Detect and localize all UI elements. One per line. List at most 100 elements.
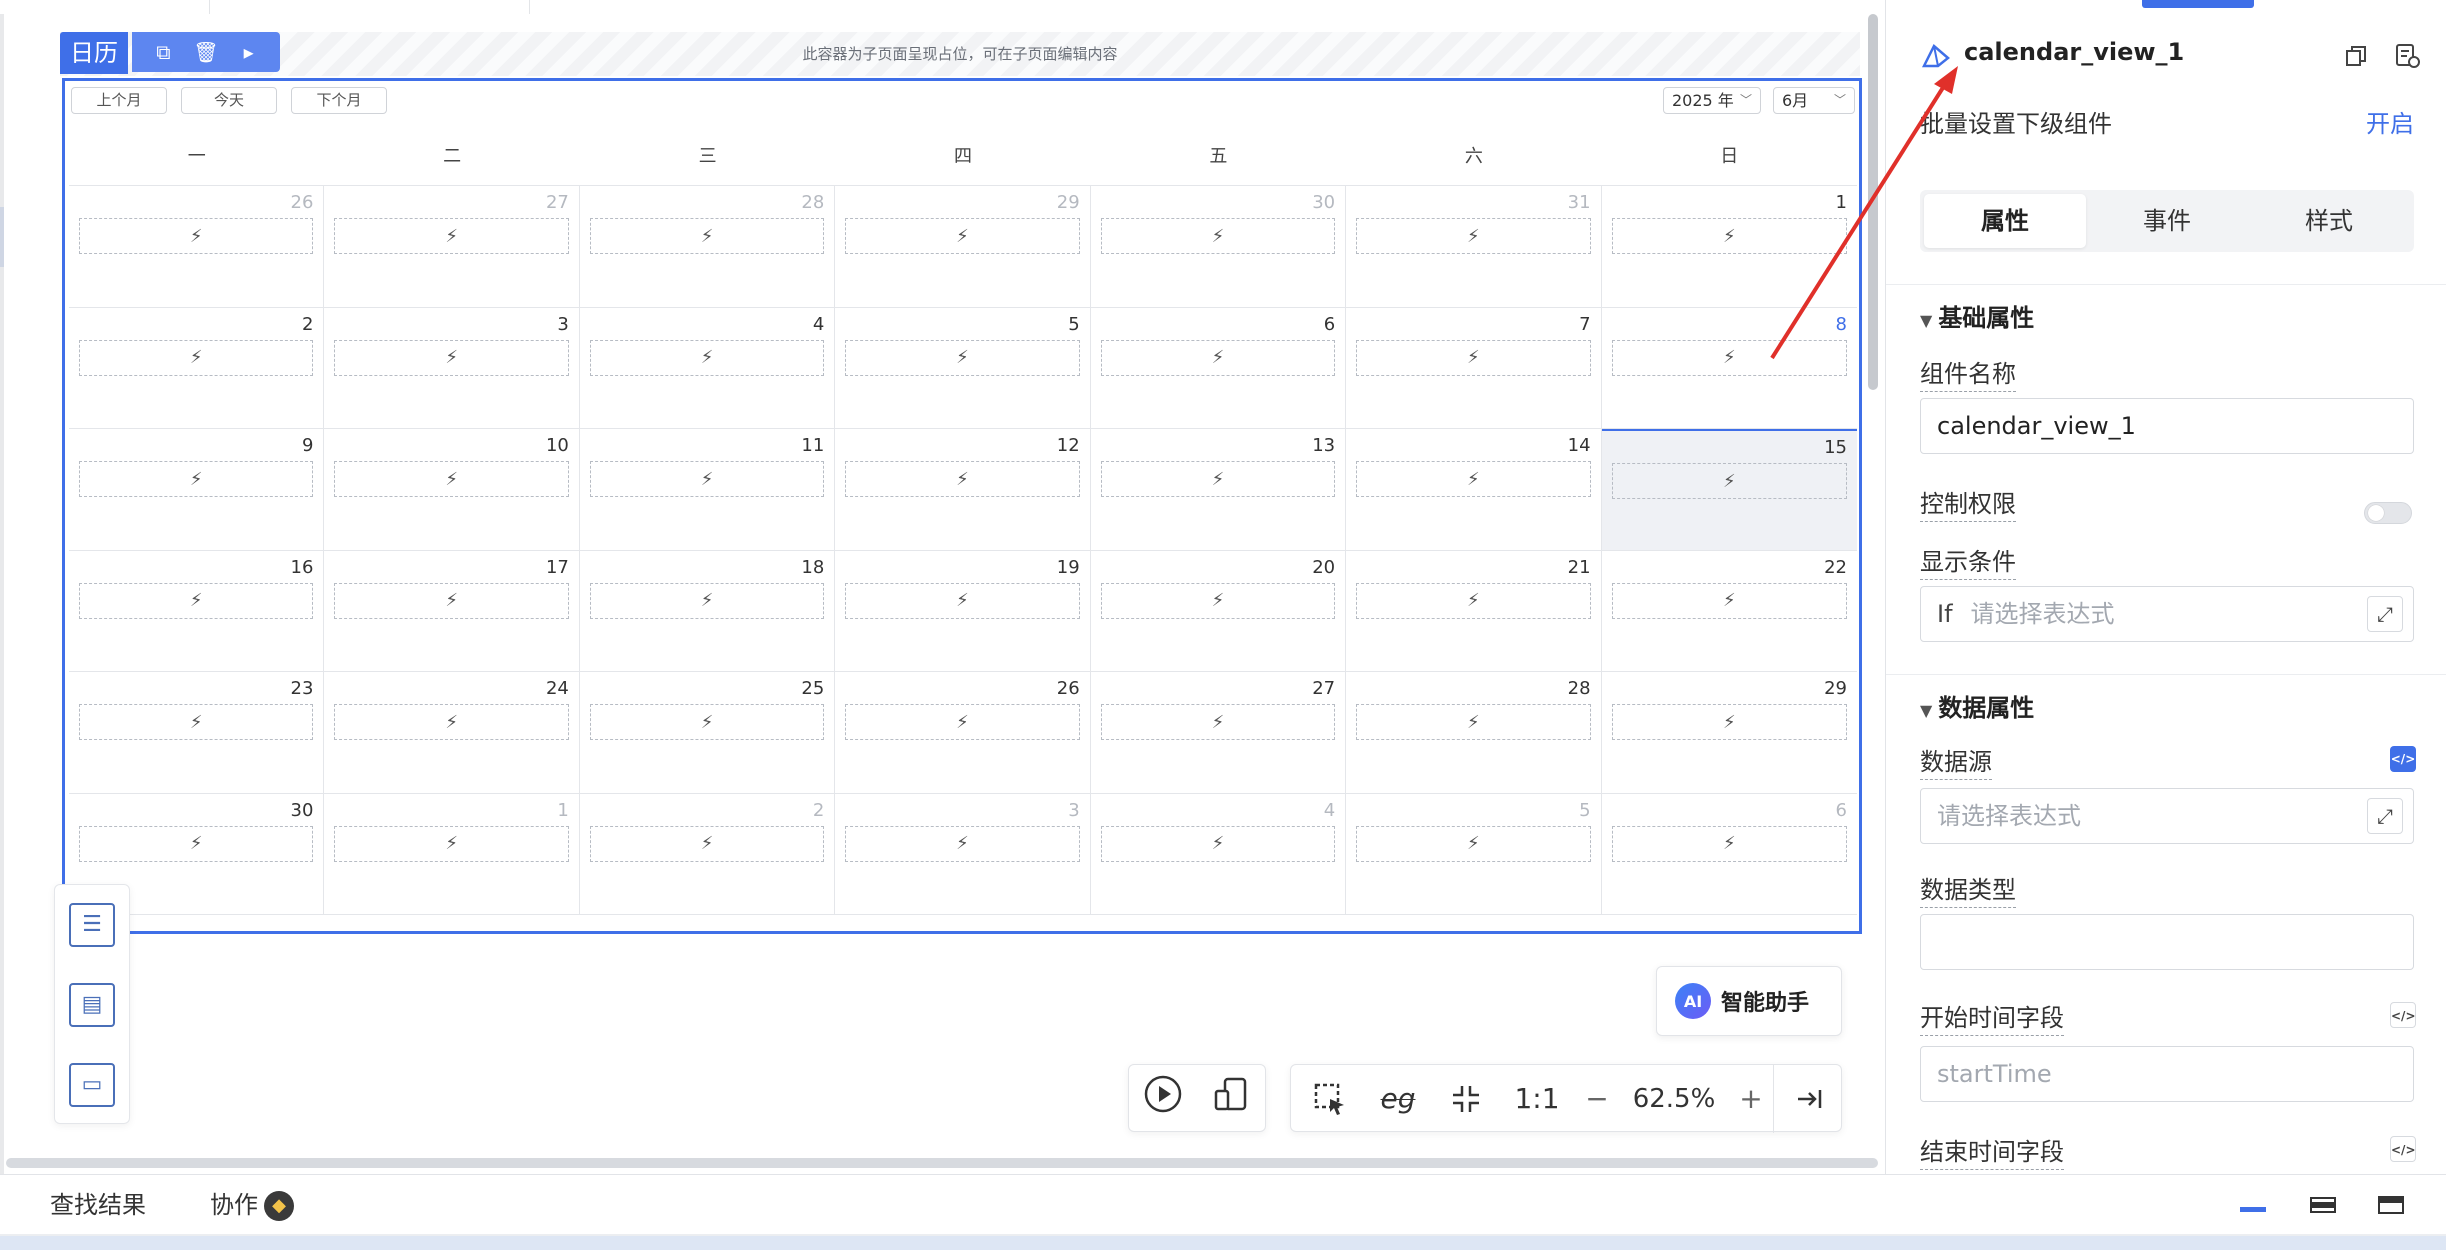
- horizontal-scrollbar[interactable]: [6, 1158, 1878, 1168]
- copy-add-icon[interactable]: ⧉: [149, 40, 177, 64]
- calendar-day-cell[interactable]: 23 ⚡: [69, 672, 325, 794]
- event-slot[interactable]: ⚡: [334, 582, 569, 619]
- calendar-day-cell[interactable]: 2 ⚡: [579, 793, 836, 915]
- layout-top-icon[interactable]: [2376, 1193, 2406, 1217]
- event-slot[interactable]: ⚡: [79, 218, 314, 254]
- event-slot[interactable]: ⚡: [1356, 582, 1591, 619]
- permission-toggle[interactable]: [2364, 502, 2412, 524]
- vertical-scrollbar[interactable]: [1867, 14, 1879, 1164]
- calendar-day-cell[interactable]: 25 ⚡: [579, 672, 836, 794]
- calendar-day-cell[interactable]: 1 ⚡: [1601, 186, 1857, 308]
- event-slot[interactable]: ⚡: [1100, 704, 1336, 740]
- event-slot[interactable]: ⚡: [1356, 825, 1591, 862]
- layout-middle-icon[interactable]: [2308, 1193, 2338, 1217]
- event-slot[interactable]: ⚡: [589, 704, 825, 740]
- event-slot[interactable]: ⚡: [1356, 218, 1591, 254]
- event-slot[interactable]: ⚡: [79, 825, 314, 862]
- calendar-day-cell[interactable]: 16 ⚡: [69, 550, 325, 672]
- expand-icon[interactable]: ⤢: [2367, 596, 2403, 632]
- event-slot[interactable]: ⚡: [589, 461, 825, 497]
- calendar-day-cell[interactable]: 18 ⚡: [579, 550, 836, 672]
- event-slot[interactable]: ⚡: [1611, 704, 1847, 740]
- calendar-day-cell[interactable]: 26 ⚡: [69, 186, 325, 308]
- calendar-day-cell[interactable]: 22 ⚡: [1601, 551, 1857, 672]
- calendar-day-cell[interactable]: 28 ⚡: [1346, 672, 1602, 794]
- calendar-day-cell[interactable]: 5 ⚡: [835, 307, 1091, 429]
- section-data[interactable]: ▼ 数据属性: [1920, 688, 2034, 723]
- tab-properties[interactable]: 属性: [1924, 194, 2086, 248]
- code-toggle-icon[interactable]: </>: [2390, 746, 2416, 772]
- event-slot[interactable]: ⚡: [79, 582, 314, 619]
- play-arrow-icon[interactable]: ▸: [235, 40, 263, 64]
- ratio-button[interactable]: 1:1: [1505, 1065, 1569, 1133]
- event-slot[interactable]: ⚡: [1356, 704, 1591, 740]
- event-slot[interactable]: ⚡: [845, 218, 1080, 254]
- device-icon[interactable]: [1209, 1074, 1253, 1122]
- event-slot[interactable]: ⚡: [1100, 339, 1336, 376]
- display-condition-input[interactable]: If 请选择表达式 ⤢: [1920, 586, 2414, 642]
- event-slot[interactable]: ⚡: [589, 218, 825, 254]
- event-slot[interactable]: ⚡: [845, 461, 1080, 497]
- calendar-day-cell[interactable]: 29 ⚡: [835, 186, 1091, 308]
- calendar-day-cell[interactable]: 15 ⚡: [1601, 429, 1857, 551]
- calendar-day-cell[interactable]: 3 ⚡: [324, 307, 580, 429]
- calendar-day-cell[interactable]: 1 ⚡: [324, 793, 580, 915]
- ai-assistant-button[interactable]: AI 智能助手: [1656, 966, 1842, 1036]
- calendar-day-cell[interactable]: 21 ⚡: [1346, 550, 1602, 672]
- calendar-day-cell[interactable]: 17 ⚡: [324, 550, 580, 672]
- event-slot[interactable]: ⚡: [589, 825, 825, 862]
- event-slot[interactable]: ⚡: [1100, 825, 1336, 862]
- event-slot[interactable]: ⚡: [845, 582, 1080, 619]
- prev-month-button[interactable]: 上个月: [71, 87, 167, 114]
- calendar-day-cell[interactable]: 13 ⚡: [1090, 429, 1347, 551]
- calendar-day-cell[interactable]: 30 ⚡: [1090, 186, 1347, 308]
- calendar-day-cell[interactable]: 6 ⚡: [1601, 794, 1857, 915]
- calendar-day-cell[interactable]: 31 ⚡: [1346, 186, 1602, 308]
- trash-icon[interactable]: 🗑: [192, 40, 220, 64]
- zoom-out-button[interactable]: −: [1577, 1065, 1617, 1133]
- calendar-day-cell[interactable]: 6 ⚡: [1090, 307, 1347, 429]
- event-slot[interactable]: ⚡: [334, 461, 569, 497]
- section-basic[interactable]: ▼ 基础属性: [1920, 298, 2034, 333]
- outline-panel-icon[interactable]: ☰: [69, 903, 115, 947]
- calendar-day-cell[interactable]: 3 ⚡: [835, 793, 1091, 915]
- box-select-icon[interactable]: [1301, 1065, 1359, 1133]
- copy-icon[interactable]: [2344, 44, 2368, 74]
- calendar-view[interactable]: 上个月 今天 下个月 2025 年 ﹀ 6月 ﹀ 一 二 三 四 五 六 日 26 ⚡…: [62, 78, 1862, 934]
- event-slot[interactable]: ⚡: [1356, 339, 1591, 376]
- play-circle-icon[interactable]: [1141, 1074, 1185, 1122]
- calendar-day-cell[interactable]: 4 ⚡: [579, 307, 836, 429]
- event-slot[interactable]: ⚡: [845, 704, 1080, 740]
- event-slot[interactable]: ⚡: [334, 704, 569, 740]
- event-slot[interactable]: ⚡: [1611, 463, 1847, 499]
- layout-bottom-icon[interactable]: [2238, 1193, 2268, 1217]
- search-results-tab[interactable]: 查找结果: [50, 1175, 146, 1235]
- datatype-select[interactable]: [1920, 914, 2414, 970]
- component-settings-icon[interactable]: [2394, 42, 2422, 76]
- tab-styles[interactable]: 样式: [2248, 194, 2410, 248]
- collab-tab[interactable]: 协作 ◆: [210, 1175, 294, 1235]
- event-slot[interactable]: ⚡: [1100, 218, 1336, 254]
- calendar-day-cell[interactable]: 10 ⚡: [324, 429, 580, 551]
- calendar-day-cell[interactable]: 19 ⚡: [835, 550, 1091, 672]
- event-slot[interactable]: ⚡: [79, 704, 314, 740]
- code-toggle-icon[interactable]: </>: [2390, 1136, 2416, 1162]
- next-month-button[interactable]: 下个月: [291, 87, 387, 114]
- today-button[interactable]: 今天: [181, 87, 277, 114]
- event-slot[interactable]: ⚡: [589, 339, 825, 376]
- collapse-right-icon[interactable]: [1779, 1065, 1839, 1133]
- event-slot[interactable]: ⚡: [845, 825, 1080, 862]
- calendar-day-cell[interactable]: 27 ⚡: [324, 186, 580, 308]
- page-structure-icon[interactable]: ▤: [69, 983, 115, 1027]
- zoom-in-button[interactable]: +: [1731, 1065, 1771, 1133]
- calendar-day-cell[interactable]: 24 ⚡: [324, 672, 580, 794]
- component-name-input[interactable]: calendar_view_1: [1920, 398, 2414, 454]
- event-slot[interactable]: ⚡: [1356, 461, 1591, 497]
- tab-events[interactable]: 事件: [2086, 194, 2248, 248]
- event-slot[interactable]: ⚡: [1611, 582, 1847, 619]
- event-slot[interactable]: ⚡: [334, 339, 569, 376]
- calendar-day-cell[interactable]: 4 ⚡: [1090, 793, 1347, 915]
- eg-toggle[interactable]: eg: [1369, 1065, 1427, 1133]
- event-slot[interactable]: ⚡: [1100, 582, 1336, 619]
- event-slot[interactable]: ⚡: [1100, 461, 1336, 497]
